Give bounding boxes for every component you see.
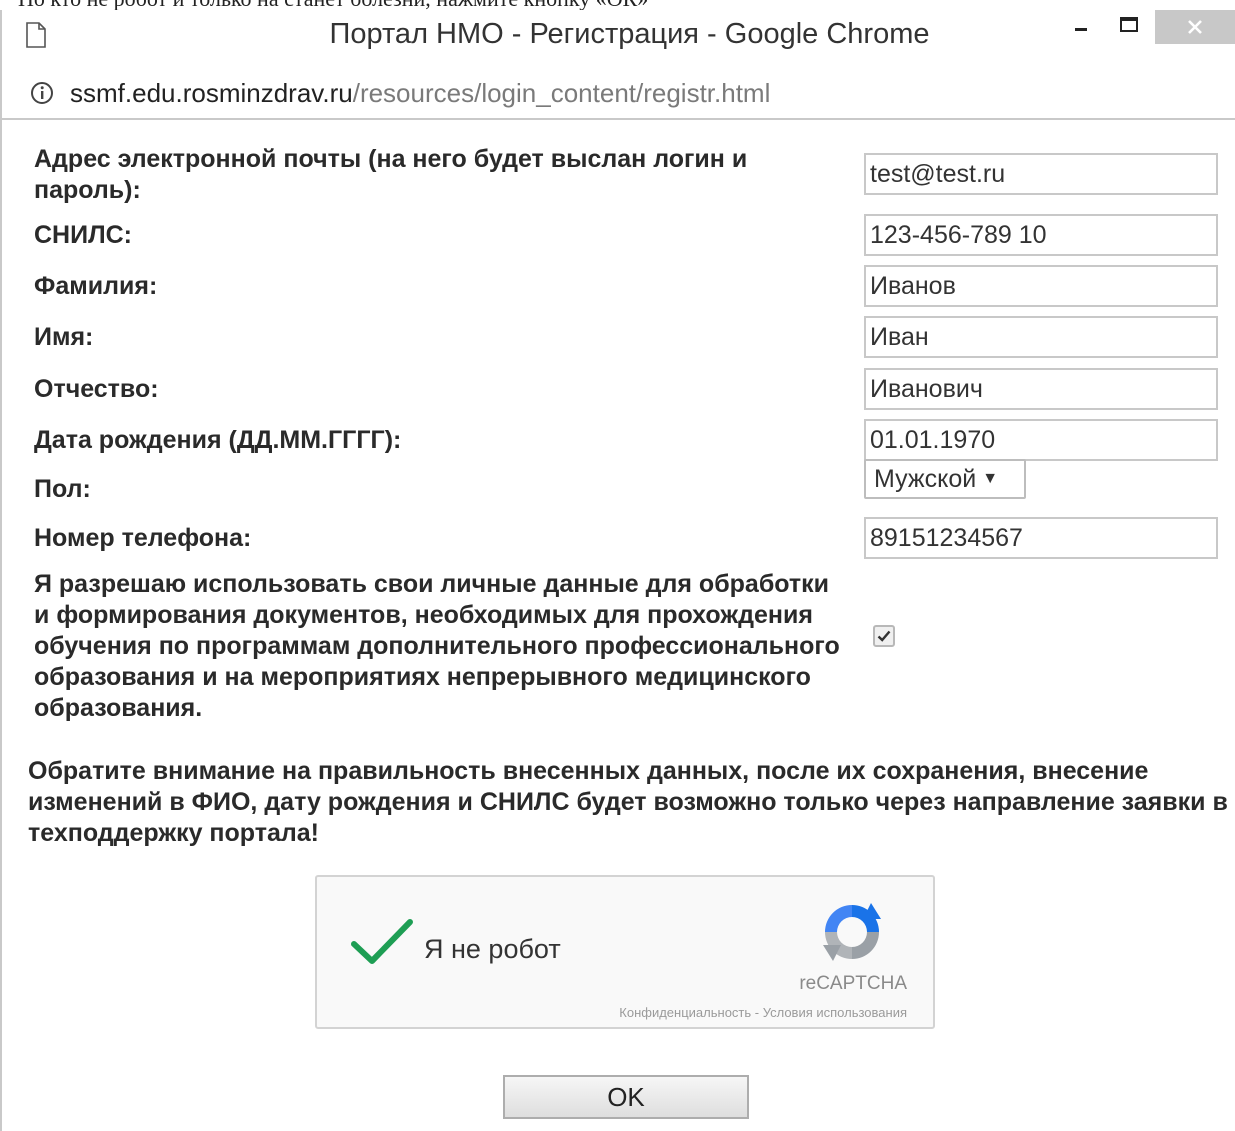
address-bar[interactable]: ssmf.edu.rosminzdrav.ru/resources/login_…	[2, 70, 1235, 120]
ok-button[interactable]: OK	[503, 1075, 749, 1119]
window-title: Портал НМО - Регистрация - Google Chrome	[329, 18, 930, 50]
close-icon	[1188, 20, 1202, 34]
gender-selected-value: Мужской	[874, 465, 977, 493]
checkmark-icon	[877, 630, 891, 642]
close-button[interactable]	[1155, 10, 1235, 44]
window-controls	[1059, 10, 1235, 44]
url-path: /resources/login_content/registr.html	[352, 78, 771, 108]
middle-name-label: Отчество:	[34, 375, 159, 403]
captcha-label: Я не робот	[424, 934, 561, 964]
first-name-field[interactable]: Иван	[864, 316, 1218, 358]
info-icon[interactable]	[30, 81, 54, 105]
last-name-label: Фамилия:	[34, 272, 158, 300]
notice-text: Обратите внимание на правильность внесен…	[28, 757, 1228, 847]
email-label: Адрес электронной почты (на него будет в…	[34, 145, 748, 204]
maximize-icon	[1120, 17, 1138, 32]
minimize-icon	[1075, 28, 1087, 31]
consent-checkbox[interactable]	[873, 625, 895, 647]
recaptcha-widget[interactable]: Я не робот reCAPTCHA Конфиденциальность …	[315, 875, 935, 1029]
gender-label: Пол:	[34, 475, 91, 503]
snils-label: СНИЛС:	[34, 221, 132, 249]
chevron-down-icon: ▼	[982, 470, 999, 487]
minimize-button[interactable]	[1059, 10, 1103, 40]
recaptcha-brand: reCAPTCHA	[799, 973, 907, 994]
title-bar: Портал НМО - Регистрация - Google Chrome	[2, 10, 1235, 60]
recaptcha-logo-icon	[823, 903, 881, 961]
last-name-field[interactable]: Иванов	[864, 265, 1218, 307]
maximize-button[interactable]	[1107, 10, 1151, 40]
middle-name-field[interactable]: Иванович	[864, 368, 1218, 410]
birth-date-field[interactable]: 01.01.1970	[864, 419, 1218, 461]
birth-date-label: Дата рождения (ДД.ММ.ГГГГ):	[34, 426, 402, 454]
snils-field[interactable]: 123-456-789 10	[864, 214, 1218, 256]
captcha-checkmark-icon[interactable]	[351, 917, 413, 967]
phone-label: Номер телефона:	[34, 524, 252, 552]
recaptcha-links[interactable]: Конфиденциальность - Условия использован…	[619, 1005, 907, 1020]
phone-field[interactable]: 89151234567	[864, 517, 1218, 559]
gender-select[interactable]: Мужской ▼	[864, 459, 1026, 499]
consent-text: Я разрешаю использовать свои личные данн…	[34, 570, 840, 722]
email-field[interactable]: test@test.ru	[864, 153, 1218, 195]
url-text[interactable]: ssmf.edu.rosminzdrav.ru/resources/login_…	[70, 78, 770, 109]
first-name-label: Имя:	[34, 323, 94, 351]
url-host: ssmf.edu.rosminzdrav.ru	[70, 78, 353, 108]
